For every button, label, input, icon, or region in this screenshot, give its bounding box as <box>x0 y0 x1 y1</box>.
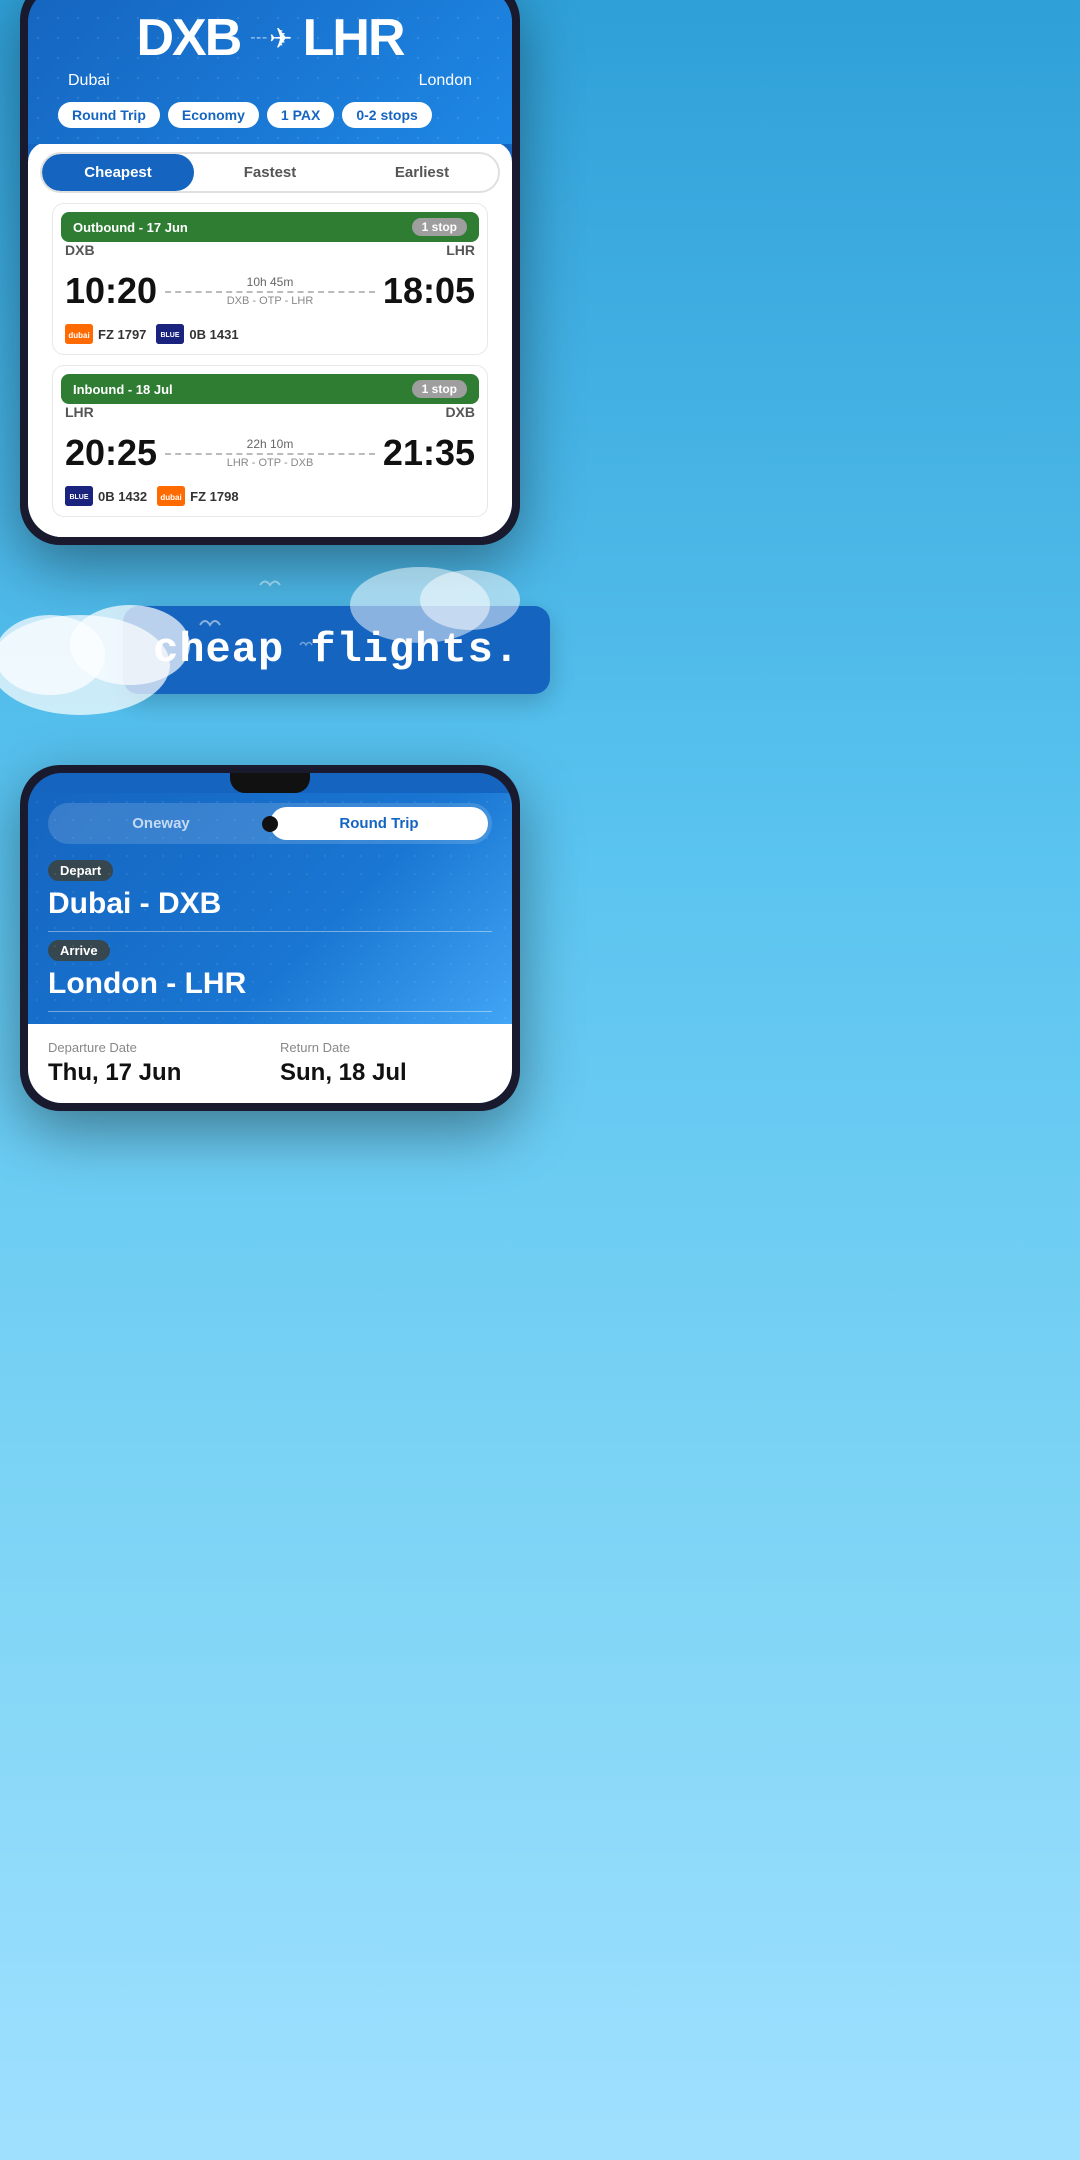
oneway-option[interactable]: Oneway <box>52 807 270 840</box>
return-date-label: Return Date <box>280 1040 492 1055</box>
outbound-to: LHR <box>446 242 475 258</box>
sort-tabs: Cheapest Fastest Earliest <box>40 152 500 193</box>
outbound-times: 10:20 10h 45m DXB - OTP - LHR 18:05 <box>53 262 487 320</box>
departure-date-value: Thu, 17 Jun <box>48 1059 260 1087</box>
inbound-to: DXB <box>445 404 475 420</box>
svg-text:BLUE: BLUE <box>69 494 88 501</box>
inbound-airports: LHR DXB <box>53 404 487 424</box>
outbound-depart-time: 10:20 <box>65 270 157 312</box>
airline-logo-flydubai-2: dubai <box>157 486 185 506</box>
trip-type-toggle[interactable]: Oneway Round Trip <box>48 803 492 844</box>
inbound-airline-2-code: FZ 1798 <box>190 489 238 504</box>
outbound-airline-1: dubai FZ 1797 <box>65 324 146 344</box>
outbound-route: DXB - OTP - LHR <box>165 295 375 307</box>
inbound-arrive-time: 21:35 <box>383 432 475 474</box>
phone-notch <box>230 773 310 793</box>
inbound-card[interactable]: Inbound - 18 Jul 1 stop LHR DXB 20:25 22… <box>52 365 488 517</box>
departure-date-label: Departure Date <box>48 1040 260 1055</box>
outbound-card[interactable]: Outbound - 17 Jun 1 stop DXB LHR 10:20 1… <box>52 203 488 355</box>
svg-text:dubai: dubai <box>160 493 181 502</box>
inbound-from: LHR <box>65 404 94 420</box>
inbound-route-middle: 22h 10m LHR - OTP - DXB <box>157 437 383 469</box>
dates-row: Departure Date Thu, 17 Jun Return Date S… <box>48 1040 492 1087</box>
outbound-arrive-time: 18:05 <box>383 270 475 312</box>
svg-text:dubai: dubai <box>68 331 89 340</box>
inbound-stop-badge: 1 stop <box>412 380 467 398</box>
departure-date-group[interactable]: Departure Date Thu, 17 Jun <box>48 1040 260 1087</box>
outbound-label: Outbound - 17 Jun <box>73 220 188 235</box>
return-date-group[interactable]: Return Date Sun, 18 Jul <box>280 1040 492 1087</box>
inbound-label: Inbound - 18 Jul <box>73 382 173 397</box>
toggle-dot <box>262 816 278 832</box>
outbound-airline-2: BLUE 0B 1431 <box>156 324 238 344</box>
inbound-airline-1-code: 0B 1432 <box>98 489 147 504</box>
inbound-depart-time: 20:25 <box>65 432 157 474</box>
inbound-header: Inbound - 18 Jul 1 stop <box>61 374 479 404</box>
phone-1: DXB - - - ✈ LHR Dubai London Round Trip … <box>20 0 520 545</box>
airline-2-code: 0B 1431 <box>189 327 238 342</box>
airline-1-code: FZ 1797 <box>98 327 146 342</box>
outbound-from: DXB <box>65 242 95 258</box>
inbound-airlines: BLUE 0B 1432 dubai <box>53 482 487 516</box>
svg-text:BLUE: BLUE <box>161 332 180 339</box>
tab-cheapest[interactable]: Cheapest <box>42 154 194 191</box>
outbound-stop-badge: 1 stop <box>412 218 467 236</box>
inbound-airline-1: BLUE 0B 1432 <box>65 486 147 506</box>
inbound-times: 20:25 22h 10m LHR - OTP - DXB 21:35 <box>53 424 487 482</box>
outbound-airlines: dubai FZ 1797 BLUE <box>53 320 487 354</box>
outbound-header: Outbound - 17 Jun 1 stop <box>61 212 479 242</box>
tab-fastest[interactable]: Fastest <box>194 154 346 191</box>
return-date-value: Sun, 18 Jul <box>280 1059 492 1087</box>
round-trip-option[interactable]: Round Trip <box>270 807 488 840</box>
flights-list: Outbound - 17 Jun 1 stop DXB LHR 10:20 1… <box>40 193 500 537</box>
airline-logo-flydubai: dubai <box>65 324 93 344</box>
tab-earliest[interactable]: Earliest <box>346 154 498 191</box>
inbound-duration: 22h 10m <box>165 437 375 451</box>
inbound-route: LHR - OTP - DXB <box>165 457 375 469</box>
airline-logo-blue-air: BLUE <box>156 324 184 344</box>
airline-logo-blue-air-2: BLUE <box>65 486 93 506</box>
flight-search-header: DXB - - - ✈ LHR Dubai London Round Trip … <box>28 0 512 144</box>
outbound-duration: 10h 45m <box>165 275 375 289</box>
inbound-airline-2: dubai FZ 1798 <box>157 486 238 506</box>
search-form-body: Departure Date Thu, 17 Jun Return Date S… <box>28 1024 512 1103</box>
outbound-airports: DXB LHR <box>53 242 487 262</box>
outbound-route-middle: 10h 45m DXB - OTP - LHR <box>157 275 383 307</box>
search-form-header: Oneway Round Trip Depart Dubai - DXB Arr… <box>28 793 512 1024</box>
middle-section: cheap flights. <box>0 545 540 745</box>
phone-2: Oneway Round Trip Depart Dubai - DXB Arr… <box>20 765 520 1111</box>
